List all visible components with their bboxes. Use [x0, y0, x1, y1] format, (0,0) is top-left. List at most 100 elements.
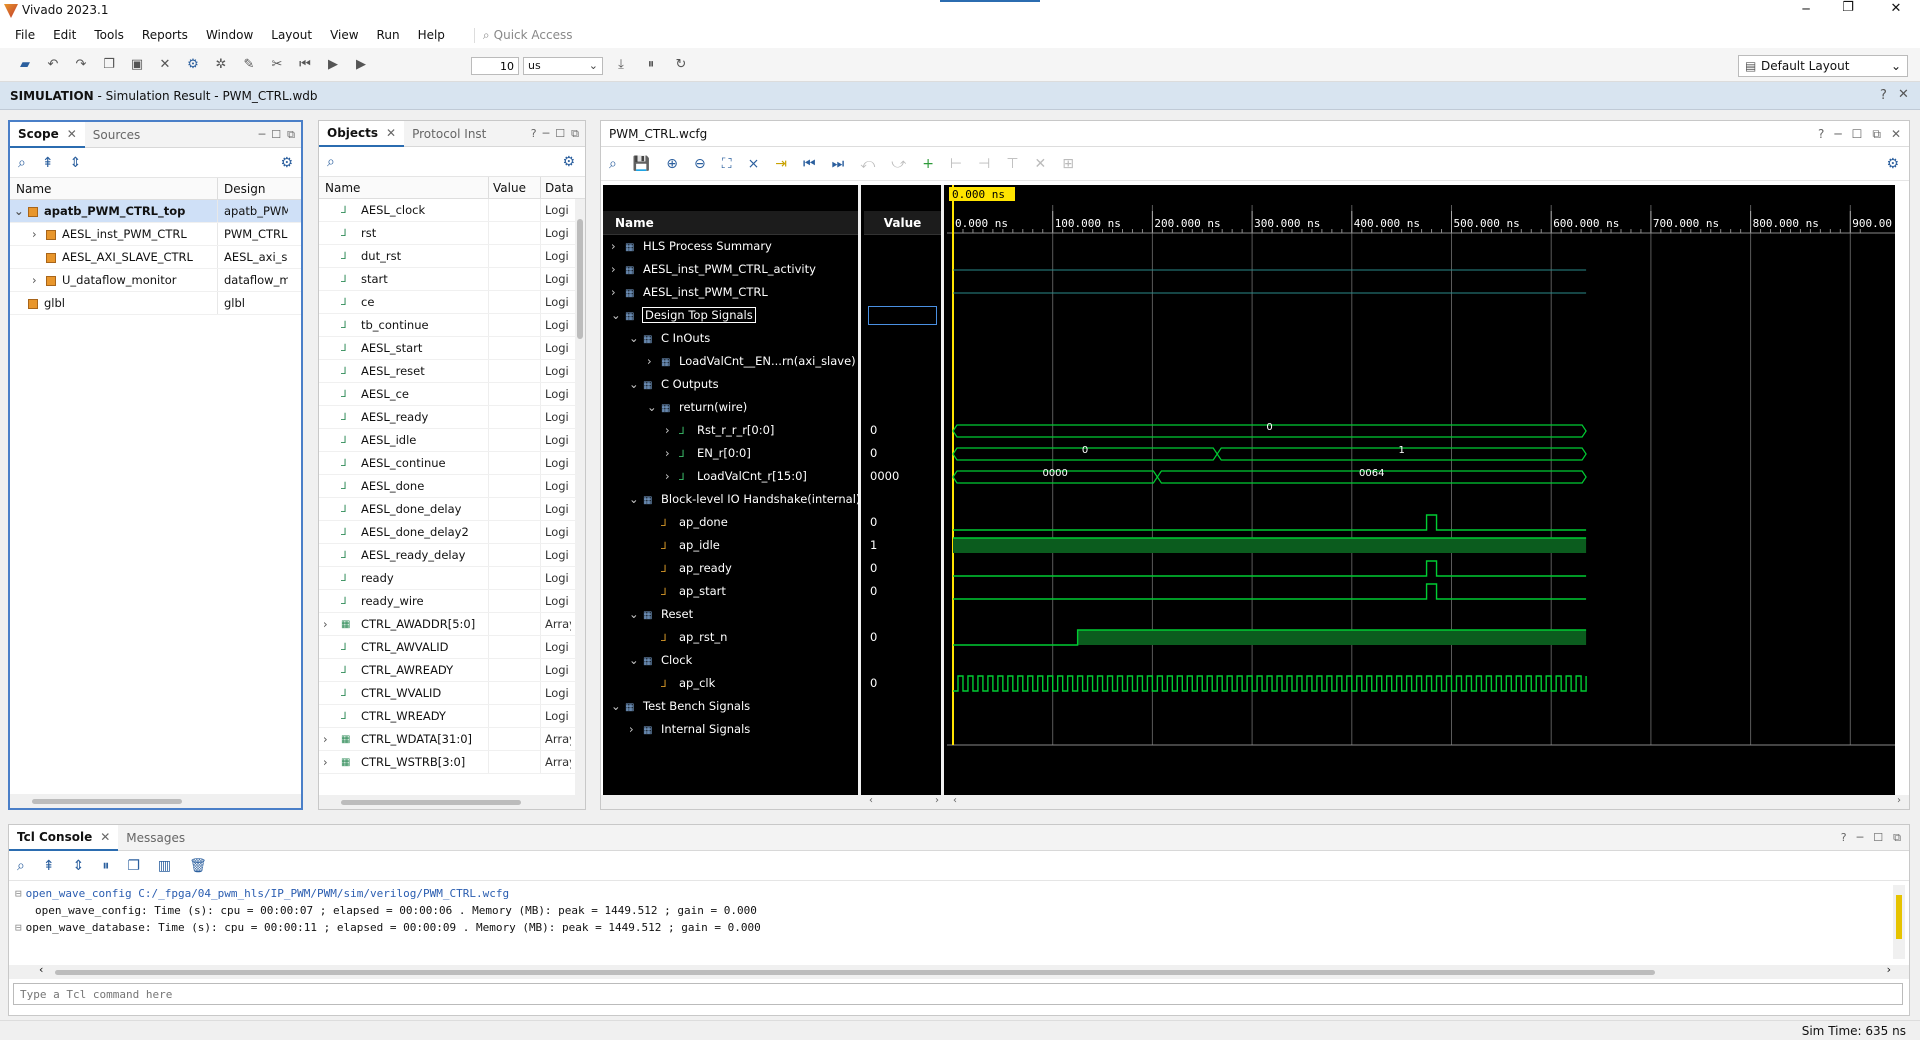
wave-row[interactable]: › ⅃ LoadValCnt_r[15:0] [603, 465, 858, 488]
console-vscroll[interactable] [1893, 885, 1905, 959]
menu-help[interactable]: Help [409, 22, 454, 48]
chevron-right-icon[interactable]: › [647, 350, 661, 373]
chevron-down-icon[interactable]: ⌄ [629, 603, 643, 626]
chevron-down-icon[interactable]: ⌄ [14, 200, 28, 222]
close-icon[interactable]: ✕ [1891, 121, 1901, 147]
col-name[interactable]: Name [319, 177, 489, 198]
paste-icon[interactable]: ▣ [128, 56, 146, 74]
wave-row[interactable]: ⌄ ▦ Test Bench Signals [603, 695, 858, 718]
waveform-canvas[interactable]: 0.000 ns 100.000 ns 200.000 ns 300.000 ns 40… [947, 185, 1895, 795]
object-row[interactable]: ⅃ rst Logi [319, 222, 585, 245]
object-row[interactable]: ⅃ AESL_reset Logi [319, 360, 585, 383]
zoom-in-icon[interactable]: ⊕ [666, 156, 678, 172]
help-icon[interactable]: ? [531, 127, 537, 141]
search-icon[interactable]: ⌕ [17, 858, 25, 874]
snap-icon[interactable]: ⊞ [1062, 156, 1074, 172]
wave-row[interactable]: ⅃ ap_rst_n [603, 626, 858, 649]
object-row[interactable]: ⅃ AESL_done_delay Logi [319, 498, 585, 521]
float-icon[interactable]: ⧉ [571, 127, 579, 141]
minimize-icon[interactable]: ─ [259, 128, 266, 142]
save-icon[interactable]: 💾 [633, 156, 650, 172]
scope-scrollbar[interactable] [10, 794, 301, 808]
wave-row[interactable]: › ⅃ Rst_r_r_r[0:0] [603, 419, 858, 442]
float-icon[interactable]: ⧉ [287, 128, 295, 142]
wave-hscroll[interactable]: ‹ › ‹ › [601, 795, 1909, 809]
run-time-input[interactable] [471, 57, 519, 75]
scroll-left-icon[interactable]: ‹ [953, 795, 957, 806]
search-icon[interactable]: ⌕ [609, 156, 617, 172]
gear-icon[interactable]: ⚙ [280, 155, 293, 171]
minimize-button[interactable]: ─ [1796, 2, 1816, 16]
float-icon[interactable]: ⧉ [1893, 831, 1901, 845]
chevron-down-icon[interactable]: ⌄ [629, 373, 643, 396]
maximize-icon[interactable]: ☐ [555, 127, 565, 141]
chevron-down-icon[interactable]: ⌄ [611, 695, 625, 718]
copy-icon[interactable]: ❐ [127, 858, 140, 874]
trash-icon[interactable]: 🗑 [189, 858, 207, 874]
col-value[interactable]: Value [489, 177, 541, 198]
object-row[interactable]: ⅃ AESL_start Logi [319, 337, 585, 360]
close-icon[interactable]: ✕ [386, 120, 396, 146]
scroll-right-icon[interactable]: › [935, 795, 939, 806]
close-icon[interactable]: ✕ [1898, 87, 1909, 102]
object-row[interactable]: ⅃ AESL_clock Logi [319, 199, 585, 222]
chevron-right-icon[interactable]: › [611, 258, 625, 281]
object-row[interactable]: ⅃ ce Logi [319, 291, 585, 314]
next-marker-icon[interactable]: ⊣ [978, 156, 990, 172]
chevron-right-icon[interactable]: › [323, 751, 341, 773]
menu-window[interactable]: Window [197, 22, 262, 48]
copy-icon[interactable]: ❐ [100, 56, 118, 74]
add-marker-plus-icon[interactable]: + [922, 156, 934, 172]
chevron-right-icon[interactable]: › [665, 465, 679, 488]
scope-row[interactable]: › U_dataflow_monitor dataflow_m [10, 269, 301, 292]
wave-row[interactable]: ⅃ ap_idle [603, 534, 858, 557]
expand-all-icon[interactable]: ⇕ [73, 858, 85, 874]
menu-file[interactable]: File [6, 22, 44, 48]
scope-row[interactable]: › AESL_inst_PWM_CTRL PWM_CTRL [10, 223, 301, 246]
prev-transition-icon[interactable]: ⤺ [860, 156, 875, 172]
fold-icon[interactable]: ⊟ [15, 885, 22, 902]
col-data[interactable]: Data [541, 177, 574, 198]
object-row[interactable]: ⅃ AESL_ready_delay Logi [319, 544, 585, 567]
wave-row[interactable]: ⌄ ▦ return(wire) [603, 396, 858, 419]
search-icon[interactable]: ⌕ [18, 155, 26, 171]
chevron-right-icon[interactable]: › [665, 419, 679, 442]
col-name[interactable]: Name [10, 178, 218, 199]
zoom-out-icon[interactable]: ⊖ [694, 156, 706, 172]
wave-row[interactable]: ⌄ ▦ Design Top Signals [603, 304, 858, 327]
collapse-all-icon[interactable]: ⇞ [43, 858, 55, 874]
restart-icon[interactable]: ⏮ [296, 56, 314, 74]
scope-row[interactable]: AESL_AXI_SLAVE_CTRL AESL_axi_s [10, 246, 301, 269]
quick-access[interactable]: ⌕ Quick Access [473, 27, 572, 43]
float-icon[interactable]: ⧉ [1872, 121, 1881, 147]
wave-row[interactable]: › ▦ LoadValCnt__EN...rn(axi_slave) [603, 350, 858, 373]
object-row[interactable]: ⅃ AESL_ready Logi [319, 406, 585, 429]
object-row[interactable]: ⅃ CTRL_WVALID Logi [319, 682, 585, 705]
chevron-right-icon[interactable]: › [32, 223, 46, 245]
wave-row[interactable]: ⌄ ▦ C InOuts [603, 327, 858, 350]
table-icon[interactable]: ▥ [158, 858, 171, 874]
swap-cursor-icon[interactable]: ⊤ [1006, 156, 1018, 172]
menu-view[interactable]: View [321, 22, 367, 48]
maximize-icon[interactable]: ☐ [1873, 831, 1883, 845]
help-icon[interactable]: ? [1818, 121, 1824, 147]
object-row[interactable]: ⅃ CTRL_WREADY Logi [319, 705, 585, 728]
chevron-down-icon[interactable]: ⌄ [611, 304, 625, 327]
undo-icon[interactable]: ↶ [44, 56, 62, 74]
delete-icon[interactable]: ✕ [156, 56, 174, 74]
objects-vscroll[interactable] [575, 199, 585, 799]
settings-icon[interactable]: ⚙ [184, 56, 202, 74]
relaunch-icon[interactable]: ↻ [672, 56, 690, 74]
zoom-fit-icon[interactable]: ⛶ [722, 156, 732, 172]
object-row[interactable]: ⅃ CTRL_AWVALID Logi [319, 636, 585, 659]
waveform-tab-label[interactable]: PWM_CTRL.wcfg [609, 127, 707, 141]
object-row[interactable]: ⅃ ready_wire Logi [319, 590, 585, 613]
wave-row[interactable]: › ▦ HLS Process Summary [603, 235, 858, 258]
objects-hscroll[interactable] [319, 795, 585, 809]
tab-tcl-console[interactable]: Tcl Console ✕ [9, 824, 119, 851]
object-row[interactable]: ⅃ AESL_done_delay2 Logi [319, 521, 585, 544]
maximize-icon[interactable]: ☐ [271, 128, 281, 142]
chevron-right-icon[interactable]: › [629, 718, 643, 741]
gear-icon[interactable]: ⚙ [1886, 156, 1899, 172]
scroll-right-icon[interactable]: › [1897, 795, 1901, 806]
